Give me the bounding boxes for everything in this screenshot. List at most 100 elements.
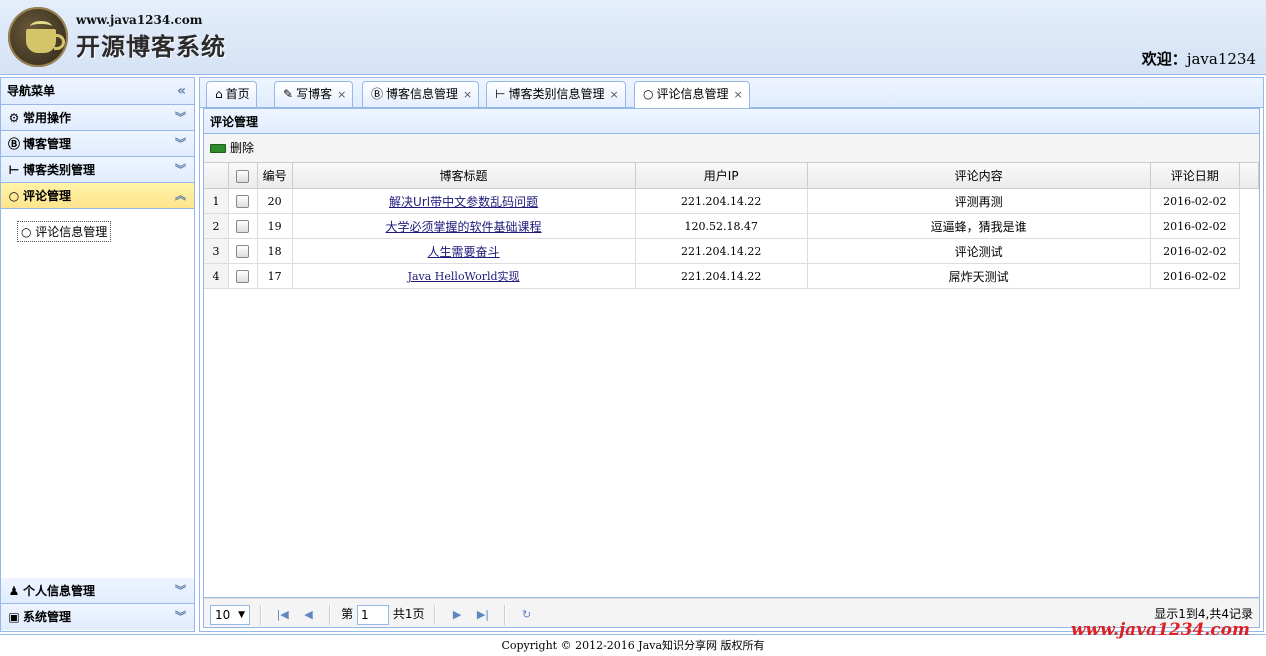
column-header[interactable]: 用户IP <box>635 163 808 189</box>
cell-content: 评论测试 <box>807 238 1151 264</box>
rownum-header <box>204 163 229 189</box>
tab-comment-info[interactable]: ○ 评论信息管理 × <box>634 81 750 109</box>
tree-icon: ⊢ <box>495 87 506 101</box>
gear-icon: ⚙ <box>8 111 20 125</box>
cell-ip: 221.204.14.22 <box>635 188 808 214</box>
row-checkbox[interactable] <box>236 194 250 208</box>
tab-blog-info[interactable]: Ⓑ 博客信息管理 × <box>362 81 480 107</box>
prev-page-icon[interactable]: ◀ <box>297 600 319 630</box>
page-size-select[interactable]: 10 ▼ <box>210 604 250 625</box>
tree-icon: ⊢ <box>8 163 20 177</box>
comment-grid: 编号 博客标题 用户IP 评论内容 评论日期 1 20 解决Url带中文参数乱码… <box>203 162 1260 598</box>
page-total: 共1页 <box>392 607 425 621</box>
sidebar-item-comment-info[interactable]: ○ 评论信息管理 <box>17 221 112 242</box>
cell-title: 解决Url带中文参数乱码问题 <box>292 188 636 214</box>
coffee-cup-icon <box>26 29 65 53</box>
sidebar-section-system[interactable]: ▣ 系统管理 ︾ <box>1 604 194 630</box>
column-header[interactable]: 博客标题 <box>292 163 636 189</box>
spacer <box>1240 264 1259 289</box>
section-label: 个人信息管理 <box>23 584 96 598</box>
expand-icon[interactable]: ︾ <box>175 157 186 183</box>
row-select-cell <box>228 238 258 264</box>
page-size-value: 10 <box>215 607 231 622</box>
row-number: 4 <box>204 263 229 289</box>
cell-content: 评测再测 <box>807 188 1151 214</box>
tab-label: 博客类别信息管理 <box>508 87 605 101</box>
cell-date: 2016-02-02 <box>1150 213 1241 239</box>
cell-id: 19 <box>257 213 293 239</box>
select-all-checkbox[interactable] <box>236 169 250 183</box>
header: www.java1234.com 开源博客系统 欢迎：java1234 <box>0 0 1266 75</box>
row-number: 1 <box>204 188 229 214</box>
sidebar: 导航菜单 « ⚙ 常用操作 ︾ Ⓑ 博客管理 ︾ ⊢ 博客类别管理 ︾ ○ 评论管理 ︽… <box>0 77 195 632</box>
row-checkbox[interactable] <box>236 219 250 233</box>
sidebar-section-blog[interactable]: Ⓑ 博客管理 ︾ <box>1 131 194 157</box>
spacer <box>1240 239 1259 264</box>
table-row[interactable]: 4 17 Java HelloWorld实现 221.204.14.22 屌炸天… <box>204 263 1259 289</box>
row-number: 2 <box>204 213 229 239</box>
first-page-icon[interactable]: |◀ <box>272 600 294 630</box>
tab-label: 博客信息管理 <box>386 87 459 101</box>
blog-title-link[interactable]: 解决Url带中文参数乱码问题 <box>389 195 538 209</box>
row-select-cell <box>228 263 258 289</box>
close-icon[interactable]: × <box>734 88 743 101</box>
cell-title: 大学必须掌握的软件基础课程 <box>292 213 636 239</box>
close-icon[interactable]: × <box>609 88 618 101</box>
blog-title-link[interactable]: Java HelloWorld实现 <box>408 270 520 283</box>
blog-title-link[interactable]: 大学必须掌握的软件基础课程 <box>386 220 542 234</box>
home-icon: ⌂ <box>215 87 223 101</box>
expand-icon[interactable]: ︾ <box>175 131 186 157</box>
blog-title-link[interactable]: 人生需要奋斗 <box>428 245 500 259</box>
next-page-icon[interactable]: ▶ <box>446 600 468 630</box>
sidebar-section-common[interactable]: ⚙ 常用操作 ︾ <box>1 105 194 131</box>
separator <box>329 604 332 625</box>
tab-label: 首页 <box>225 87 250 101</box>
tab-write-blog[interactable]: ✎ 写博客 × <box>274 81 354 107</box>
welcome-label: 欢迎： <box>1141 50 1187 68</box>
comment-icon: ○ <box>21 225 36 239</box>
tab-home[interactable]: ⌂ 首页 <box>206 81 257 107</box>
nav-menu-header: 导航菜单 « <box>1 78 194 105</box>
nav-menu-title: 导航菜单 <box>7 84 56 98</box>
spacer <box>1240 189 1259 214</box>
comment-icon: ○ <box>8 189 20 203</box>
last-page-icon[interactable]: ▶| <box>472 600 494 630</box>
section-label: 评论管理 <box>23 189 72 203</box>
watermark: www.java1234.com <box>1070 620 1250 640</box>
panel-title: 评论管理 <box>203 108 1260 134</box>
collapse-sidebar-icon[interactable]: « <box>177 78 186 104</box>
separator <box>259 604 262 625</box>
sidebar-section-comment[interactable]: ○ 评论管理 ︽ <box>1 183 194 209</box>
table-row[interactable]: 1 20 解决Url带中文参数乱码问题 221.204.14.22 评测再测 2… <box>204 188 1259 214</box>
row-checkbox[interactable] <box>236 244 250 258</box>
page-number-input[interactable]: 1 <box>356 604 389 625</box>
column-header[interactable]: 评论日期 <box>1150 163 1241 189</box>
delete-button[interactable]: 删除 <box>210 141 254 155</box>
row-checkbox[interactable] <box>236 269 250 283</box>
collapse-icon[interactable]: ︽ <box>175 183 186 209</box>
close-icon[interactable]: × <box>463 88 472 101</box>
column-header[interactable]: 编号 <box>257 163 293 189</box>
close-icon[interactable]: × <box>337 88 346 101</box>
refresh-icon[interactable]: ↻ <box>516 600 538 630</box>
cell-id: 18 <box>257 238 293 264</box>
expand-icon[interactable]: ︾ <box>175 105 186 131</box>
table-row[interactable]: 3 18 人生需要奋斗 221.204.14.22 评论测试 2016-02-0… <box>204 238 1259 264</box>
edit-icon: ✎ <box>283 87 294 101</box>
cell-date: 2016-02-02 <box>1150 263 1241 289</box>
table-row[interactable]: 2 19 大学必须掌握的软件基础课程 120.52.18.47 逗逼蜂，猜我是谁… <box>204 213 1259 239</box>
cell-content: 逗逼蜂，猜我是谁 <box>807 213 1151 239</box>
tab-blog-type[interactable]: ⊢ 博客类别信息管理 × <box>486 81 626 107</box>
sidebar-section-blog-type[interactable]: ⊢ 博客类别管理 ︾ <box>1 157 194 183</box>
spacer <box>1240 214 1259 239</box>
toolbar: 删除 <box>203 134 1260 162</box>
column-header[interactable]: 评论内容 <box>807 163 1151 189</box>
expand-icon[interactable]: ︾ <box>175 604 186 630</box>
main-content: ⌂ 首页 ✎ 写博客 × Ⓑ 博客信息管理 × ⊢ 博客类别信息管理 × ○ 评论信息管理 × 评… <box>199 77 1264 632</box>
section-label: 常用操作 <box>23 111 72 125</box>
delete-icon <box>210 144 226 153</box>
page-prefix: 第 <box>341 607 354 621</box>
sidebar-section-personal[interactable]: ♟ 个人信息管理 ︾ <box>1 578 194 604</box>
section-label: 博客类别管理 <box>23 163 96 177</box>
expand-icon[interactable]: ︾ <box>175 578 186 604</box>
